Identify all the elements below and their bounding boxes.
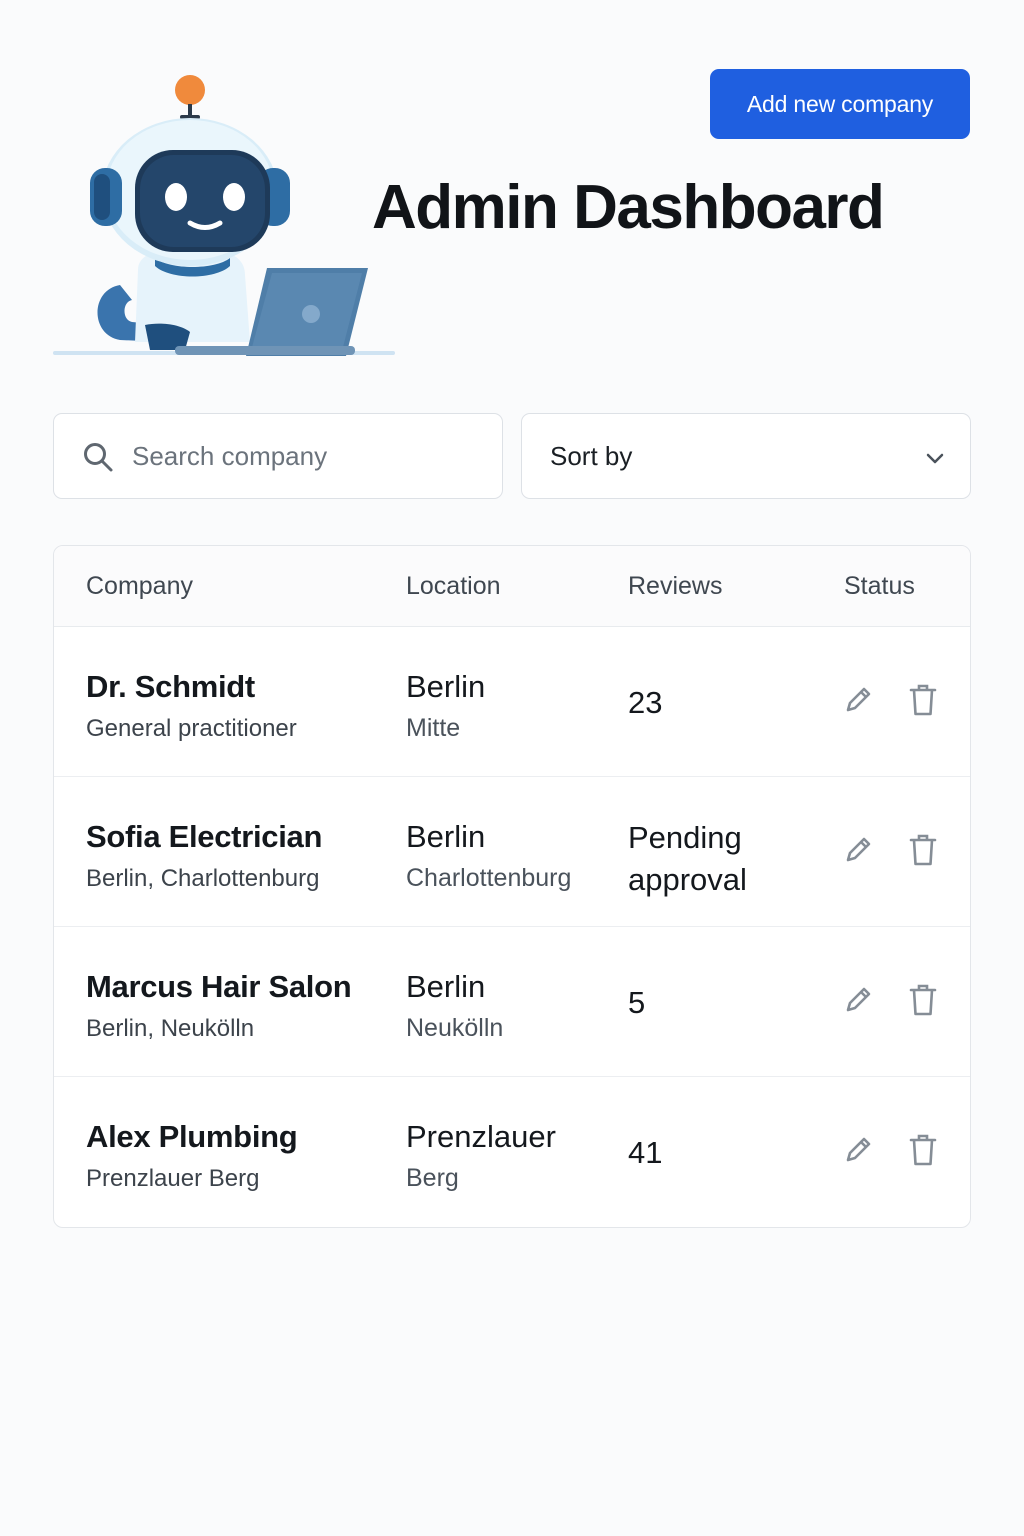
reviews-value: Pending approval (628, 820, 747, 897)
company-subtitle: Prenzlauer Berg (86, 1165, 260, 1192)
trash-icon[interactable] (908, 683, 938, 717)
add-new-company-button[interactable]: Add new company (710, 69, 970, 139)
location-city: Berlin (406, 669, 486, 704)
reviews-value: 41 (628, 1135, 663, 1170)
company-subtitle: Berlin, Neukölln (86, 1015, 255, 1042)
location-district: Neukölln (406, 1014, 504, 1042)
company-name: Alex Plumbing (86, 1119, 298, 1154)
robot-mascot-icon (53, 75, 395, 356)
trash-icon[interactable] (908, 1133, 938, 1167)
search-input[interactable] (132, 414, 492, 498)
pencil-icon[interactable] (841, 833, 875, 867)
company-name: Marcus Hair Salon (86, 969, 352, 1004)
location-district: Berg (406, 1164, 459, 1192)
location-city: Berlin (406, 969, 486, 1004)
column-header-company[interactable]: Company (86, 572, 193, 601)
column-header-location[interactable]: Location (406, 572, 501, 601)
reviews-value: 5 (628, 985, 646, 1020)
column-header-status[interactable]: Status (844, 572, 915, 601)
companies-table: Company Location Reviews Status Dr. Schm… (53, 545, 971, 1228)
company-subtitle: General practitioner (86, 715, 297, 742)
location-city: Prenzlauer (406, 1119, 556, 1154)
reviews-value: 23 (628, 685, 663, 720)
trash-icon[interactable] (908, 833, 938, 867)
table-header: Company Location Reviews Status (54, 546, 970, 627)
page-title: Admin Dashboard (372, 173, 885, 242)
search-icon (84, 443, 113, 472)
table-row[interactable]: Alex Plumbing Prenzlauer Berg Prenzlauer… (54, 1077, 970, 1227)
location-city: Berlin (406, 819, 486, 854)
company-subtitle: Berlin, Charlottenburg (86, 865, 320, 892)
pencil-icon[interactable] (841, 683, 875, 717)
location-district: Charlottenburg (406, 864, 572, 892)
company-name: Sofia Electrician (86, 819, 323, 854)
chevron-down-icon (926, 453, 944, 464)
sort-by-dropdown[interactable]: Sort by (521, 413, 971, 499)
location-district: Mitte (406, 714, 461, 742)
trash-icon[interactable] (908, 983, 938, 1017)
company-name: Dr. Schmidt (86, 669, 255, 704)
page-header: Add new company Admin Dashboard (0, 0, 1024, 380)
sort-by-label: Sort by (550, 441, 633, 471)
search-box[interactable] (53, 413, 503, 499)
table-row[interactable]: Marcus Hair Salon Berlin, Neukölln Berli… (54, 927, 970, 1077)
table-row[interactable]: Dr. Schmidt General practitioner Berlin … (54, 627, 970, 777)
column-header-reviews[interactable]: Reviews (628, 572, 722, 601)
pencil-icon[interactable] (841, 1133, 875, 1167)
table-row[interactable]: Sofia Electrician Berlin, Charlottenburg… (54, 777, 970, 927)
pencil-icon[interactable] (841, 983, 875, 1017)
